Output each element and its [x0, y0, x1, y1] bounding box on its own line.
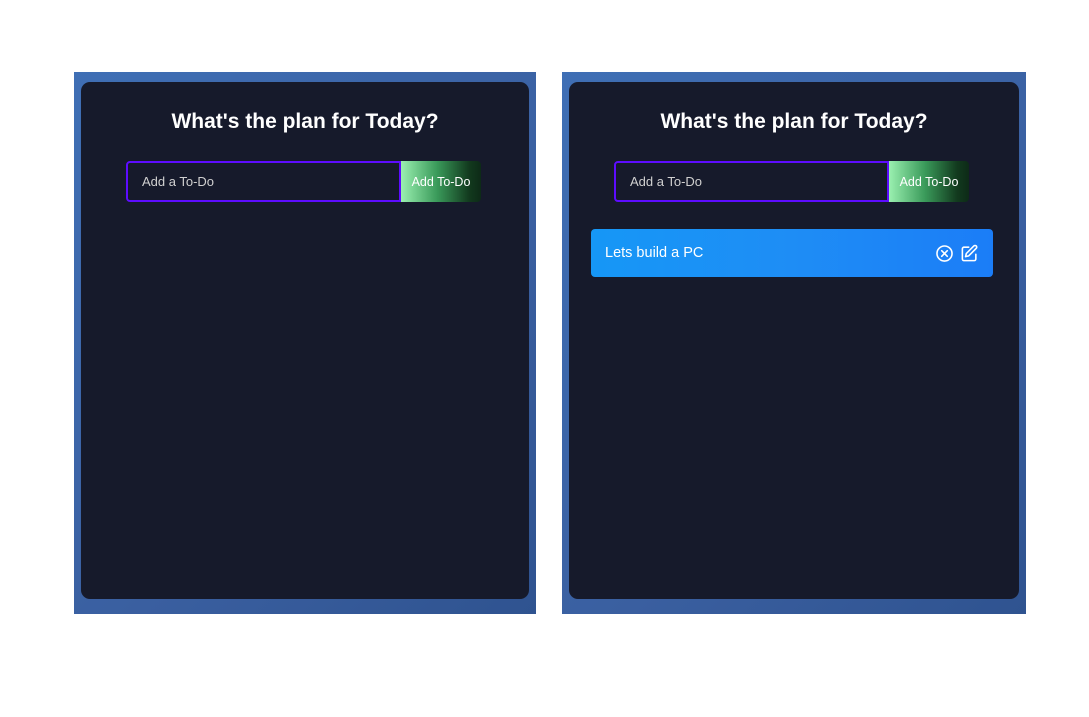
add-todo-button[interactable]: Add To-Do	[889, 161, 969, 202]
todo-panel-left: What's the plan for Today? Add To-Do	[74, 72, 536, 614]
add-todo-button[interactable]: Add To-Do	[401, 161, 481, 202]
todo-input[interactable]	[614, 161, 889, 202]
todo-item-actions	[935, 244, 979, 263]
app-title: What's the plan for Today?	[171, 110, 439, 133]
close-circle-icon[interactable]	[935, 244, 954, 263]
todo-form: Add To-Do	[126, 161, 481, 202]
todo-app-card: What's the plan for Today? Add To-Do Let…	[569, 82, 1019, 599]
edit-icon[interactable]	[960, 244, 979, 263]
app-title: What's the plan for Today?	[660, 110, 928, 133]
todo-app-card: What's the plan for Today? Add To-Do	[81, 82, 529, 599]
todo-panel-right: What's the plan for Today? Add To-Do Let…	[562, 72, 1026, 614]
todo-item[interactable]: Lets build a PC	[591, 229, 993, 277]
todo-item-text: Lets build a PC	[605, 245, 704, 261]
todo-form: Add To-Do	[614, 161, 969, 202]
todo-input[interactable]	[126, 161, 401, 202]
